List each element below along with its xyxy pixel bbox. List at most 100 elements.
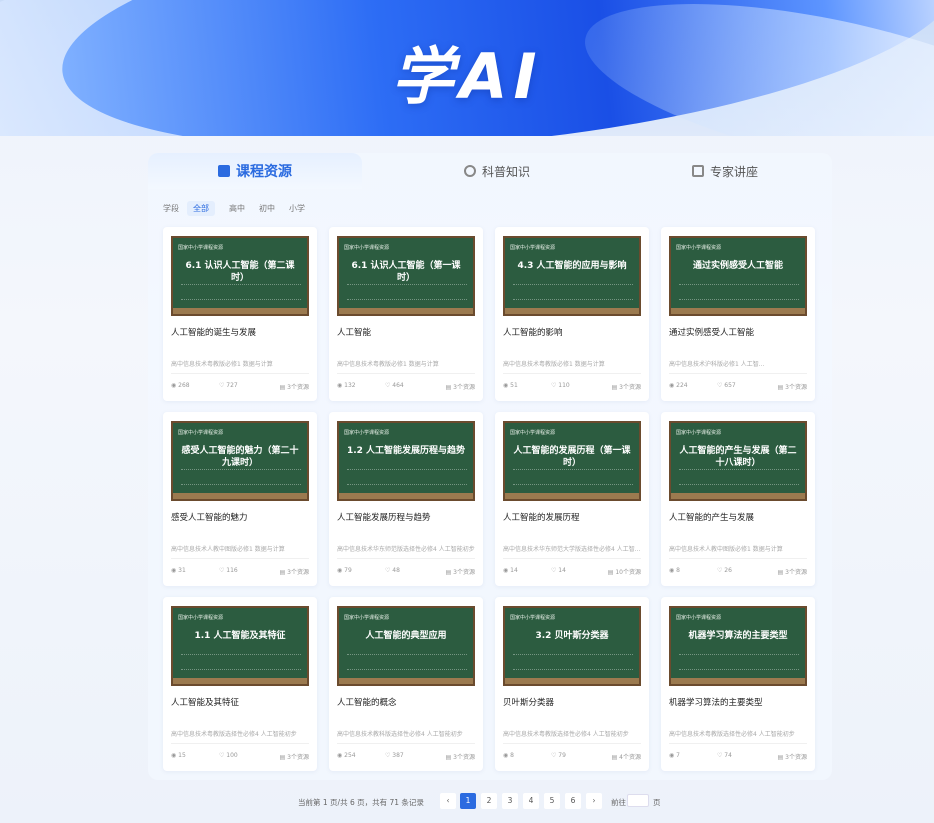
thumbnail-title: 6.1 认识人工智能（第一课时） — [351, 261, 461, 283]
thumbnail-title: 6.1 认识人工智能（第二课时） — [185, 261, 295, 283]
course-thumbnail: 国家中小学课程资源 6.1 认识人工智能（第一课时） — [337, 236, 475, 316]
tab-science-knowledge[interactable]: 科普知识 — [390, 153, 604, 189]
grade-filter: 学段 全部 高中 初中 小学 — [163, 200, 319, 216]
chalkboard-ledge — [173, 678, 307, 684]
like-count: ♡ 100 — [219, 752, 238, 759]
course-name[interactable]: 人工智能 — [337, 326, 371, 338]
chalkboard-ledge — [173, 308, 307, 314]
course-name[interactable]: 贝叶斯分类器 — [503, 696, 554, 708]
view-count-value: 224 — [676, 382, 688, 389]
resource-count: ▤ 3个资源 — [280, 382, 309, 391]
course-path: 高中信息技术粤教版选择性必修4 人工智能初步 — [171, 731, 297, 738]
view-count: ◉ 31 — [171, 567, 186, 574]
page-button[interactable]: 5 — [544, 793, 560, 809]
course-name[interactable]: 人工智能的产生与发展 — [669, 511, 754, 523]
course-card[interactable]: 国家中小学课程资源 人工智能的产生与发展（第二十八课时） 人工智能的产生与发展 高中信… — [661, 412, 815, 586]
course-thumbnail: 国家中小学课程资源感受人工智能的魅力（第二十九课时） — [171, 421, 309, 501]
resource-count: ▤ 3个资源 — [446, 567, 475, 576]
course-name[interactable]: 人工智能的影响 — [503, 326, 563, 338]
course-card[interactable]: 国家中小学课程资源 机器学习算法的主要类型 机器学习算法的主要类型 高中信息技术粤教版… — [661, 597, 815, 771]
thumbnail-tag: 国家中小学课程资源 — [510, 615, 556, 621]
like-count-value: 48 — [392, 567, 400, 574]
tab-expert-lectures[interactable]: 专家讲座 — [618, 153, 832, 189]
course-card[interactable]: 国家中小学课程资源 人工智能的典型应用 人工智能的概念 高中信息技术教科版选择性必修4… — [329, 597, 483, 771]
resource-count-value: 3个资源 — [287, 384, 309, 391]
filter-option-primary[interactable]: 小学 — [289, 203, 305, 214]
resource-count-value: 3个资源 — [785, 569, 807, 576]
course-card[interactable]: 国家中小学课程资源 1.2 人工智能发展历程与趋势 人工智能发展历程与趋势 高中信息技… — [329, 412, 483, 586]
chalkboard-ledge — [505, 308, 639, 314]
course-name[interactable]: 人工智能的诞生与发展 — [171, 326, 256, 338]
resource-count-value: 10个资源 — [615, 569, 641, 576]
course-name[interactable]: 人工智能发展历程与趋势 — [337, 511, 431, 523]
thumbnail-tag: 国家中小学课程资源 — [510, 430, 556, 436]
like-count: ♡ 727 — [219, 382, 238, 389]
filter-option-middle[interactable]: 初中 — [259, 203, 275, 214]
course-card[interactable]: 国家中小学课程资源 1.1 人工智能及其特征人工智能及其特征高中信息技术粤教版选择… — [163, 597, 317, 771]
like-count: ♡ 26 — [717, 567, 732, 574]
next-page-button[interactable]: › — [586, 793, 602, 809]
page-button[interactable]: 3 — [502, 793, 518, 809]
chalkboard-ledge — [671, 678, 805, 684]
course-thumbnail: 国家中小学课程资源 4.3 人工智能的应用与影响 — [503, 236, 641, 316]
divider — [171, 743, 309, 744]
course-path: 高中信息技术人教中图版必修1 数据与计算 — [669, 546, 783, 553]
page-button[interactable]: 4 — [523, 793, 539, 809]
view-count-value: 8 — [676, 567, 680, 574]
like-count-value: 116 — [226, 567, 238, 574]
goto-page-input[interactable] — [627, 794, 649, 807]
chalkboard-ledge — [671, 493, 805, 499]
view-count: ◉ 8 — [669, 567, 680, 574]
course-name[interactable]: 通过实例感受人工智能 — [669, 326, 754, 338]
thumbnail-title: 1.2 人工智能发展历程与趋势 — [346, 446, 466, 456]
resource-count: ▤ 3个资源 — [446, 382, 475, 391]
divider — [337, 558, 475, 559]
page-button[interactable]: 1 — [460, 793, 476, 809]
tab-course-resources[interactable]: 课程资源 — [148, 153, 362, 189]
course-path: 高中信息技术粤教版选择性必修4 人工智能初步 — [503, 731, 629, 738]
course-name[interactable]: 感受人工智能的魅力 — [171, 511, 248, 523]
course-card[interactable]: 国家中小学课程资源 3.2 贝叶斯分类器 贝叶斯分类器 高中信息技术粤教版选择性必修4… — [495, 597, 649, 771]
course-card[interactable]: 国家中小学课程资源 感受人工智能的魅力（第二十九课时） 感受人工智能的魅力 高中信息技… — [163, 412, 317, 586]
course-path: 高中信息技术华东师范版选择性必修4 人工智能初步 — [337, 546, 475, 553]
resource-count-value: 3个资源 — [619, 384, 641, 391]
chalkboard-lines — [513, 284, 633, 300]
thumbnail-title: 感受人工智能的魅力（第二十九课时） — [181, 446, 299, 468]
view-count: ◉ 79 — [337, 567, 352, 574]
chalkboard-lines — [679, 284, 799, 300]
like-count-value: 79 — [558, 752, 566, 759]
resource-count: ▤ 3个资源 — [778, 382, 807, 391]
course-card[interactable]: 国家中小学课程资源 4.3 人工智能的应用与影响 人工智能的影响 高中信息技术粤教版必… — [495, 227, 649, 401]
thumbnail-tag: 国家中小学课程资源 — [178, 430, 224, 436]
prev-page-button[interactable]: ‹ — [440, 793, 456, 809]
thumbnail-tag: 国家中小学课程资源 — [510, 245, 556, 251]
page-button[interactable]: 6 — [565, 793, 581, 809]
course-name[interactable]: 人工智能的概念 — [337, 696, 397, 708]
course-card[interactable]: 国家中小学课程资源 6.1 认识人工智能（第一课时） 人工智能 高中信息技术粤教版必修… — [329, 227, 483, 401]
course-card[interactable]: 国家中小学课程资源 人工智能的发展历程（第一课时） 人工智能的发展历程 高中信息技术华… — [495, 412, 649, 586]
filter-option-high[interactable]: 高中 — [229, 203, 245, 214]
page-button[interactable]: 2 — [481, 793, 497, 809]
resource-count-value: 3个资源 — [785, 384, 807, 391]
resource-count-value: 3个资源 — [287, 569, 309, 576]
thumbnail-tag: 国家中小学课程资源 — [178, 245, 224, 251]
course-card[interactable]: 国家中小学课程资源 6.1 认识人工智能（第二课时） 人工智能的诞生与发展 高中信息技… — [163, 227, 317, 401]
like-count-value: 657 — [724, 382, 736, 389]
chalkboard-lines — [181, 469, 301, 485]
course-name[interactable]: 人工智能的发展历程 — [503, 511, 580, 523]
book-icon — [218, 165, 230, 177]
course-name[interactable]: 人工智能及其特征 — [171, 696, 239, 708]
thumbnail-title: 人工智能的产生与发展（第二十八课时） — [679, 446, 797, 468]
resource-count-value: 3个资源 — [287, 754, 309, 761]
view-count: ◉ 254 — [337, 752, 356, 759]
view-count: ◉ 14 — [503, 567, 518, 574]
course-card[interactable]: 国家中小学课程资源 通过实例感受人工智能 通过实例感受人工智能 高中信息技术沪科版必修… — [661, 227, 815, 401]
filter-option-all[interactable]: 全部 — [187, 200, 215, 216]
chalkboard-ledge — [339, 678, 473, 684]
divider — [171, 558, 309, 559]
divider — [171, 373, 309, 374]
course-thumbnail: 国家中小学课程资源 1.1 人工智能及其特征 — [171, 606, 309, 686]
view-count-value: 14 — [510, 567, 518, 574]
view-count: ◉ 15 — [171, 752, 186, 759]
course-name[interactable]: 机器学习算法的主要类型 — [669, 696, 763, 708]
